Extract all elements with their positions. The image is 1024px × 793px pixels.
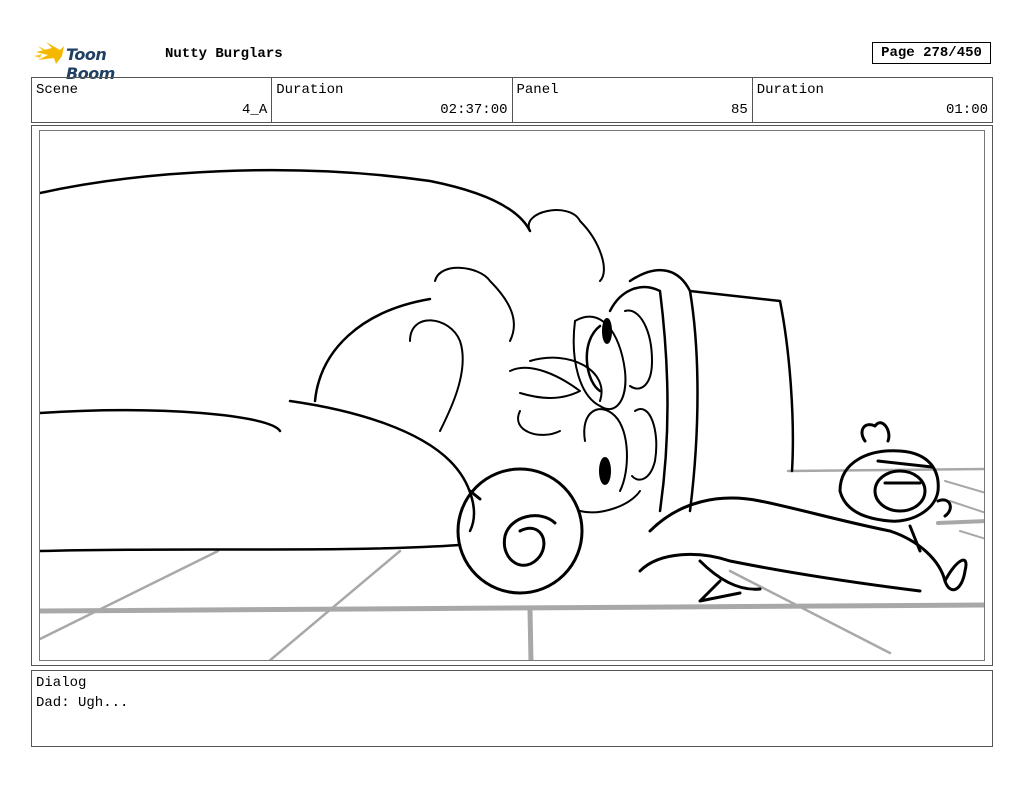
project-title: Nutty Burglars (165, 46, 283, 62)
scene-cell: Scene 4_A (32, 78, 273, 122)
panel-info-row: Scene 4_A Duration 02:37:00 Panel 85 Dur… (31, 77, 993, 123)
panel-duration-value: 01:00 (945, 102, 988, 118)
dad-face (572, 309, 658, 514)
scene-label: Scene (36, 82, 79, 98)
dialog-label: Dialog (36, 675, 87, 691)
scene-value: 4_A (242, 102, 268, 118)
panel-duration-label: Duration (756, 82, 824, 98)
squirrel-sketch (638, 421, 968, 603)
panel-cell: Panel 85 (513, 78, 753, 122)
scene-duration-label: Duration (276, 82, 344, 98)
page-number: Page 278/450 (872, 42, 991, 64)
dialog-box: Dialog Dad: Ugh... (31, 670, 993, 747)
dad-hat (585, 269, 795, 513)
scene-duration-value: 02:37:00 (440, 102, 508, 118)
panel-value: 85 (730, 102, 748, 118)
panel-drawing-area (39, 130, 985, 661)
panel-duration-cell: Duration 01:00 (753, 78, 992, 122)
storyboard-header: Toon Boom Nutty Burglars Page 278/450 (32, 38, 994, 83)
dad-blanket (40, 168, 532, 553)
snail-swirl (456, 467, 584, 595)
storyboard-sketch (40, 168, 984, 660)
panel-label: Panel (516, 82, 559, 98)
scene-duration-cell: Duration 02:37:00 (272, 78, 513, 122)
panel-frame (31, 125, 993, 666)
starburst-icon (34, 42, 64, 64)
toon-boom-logo: Toon Boom (32, 38, 158, 83)
dialog-text: Dad: Ugh... (36, 695, 129, 711)
